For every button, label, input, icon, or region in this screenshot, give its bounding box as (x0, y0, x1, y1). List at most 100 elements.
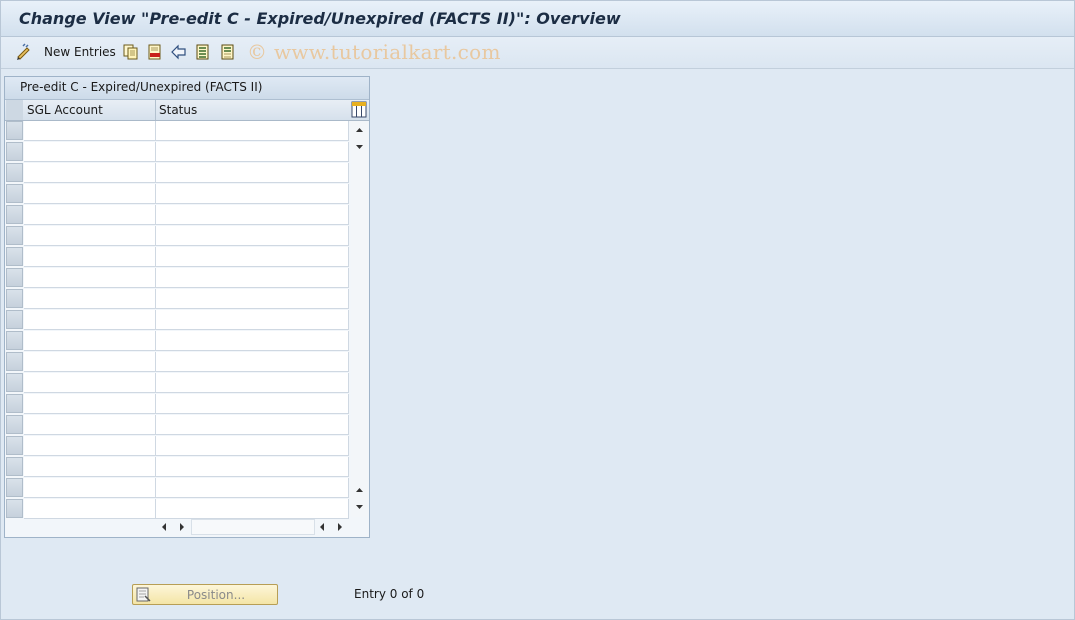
cell-status[interactable] (156, 310, 349, 330)
scroll-up-icon[interactable] (353, 123, 366, 137)
cell-status[interactable] (156, 247, 349, 267)
cell-sgl-account[interactable] (24, 436, 156, 456)
cell-sgl-account[interactable] (24, 373, 156, 393)
delete-icon[interactable] (146, 43, 164, 61)
cell-status[interactable] (156, 331, 349, 351)
cell-status[interactable] (156, 205, 349, 225)
table-row (5, 310, 351, 331)
position-button[interactable]: Position... (132, 584, 278, 605)
cell-status[interactable] (156, 373, 349, 393)
title-bar: Change View "Pre-edit C - Expired/Unexpi… (1, 1, 1074, 37)
select-all-icon[interactable] (194, 43, 212, 61)
cell-sgl-account[interactable] (24, 226, 156, 246)
cell-status[interactable] (156, 478, 349, 498)
table-row (5, 352, 351, 373)
cell-sgl-account[interactable] (24, 289, 156, 309)
cell-sgl-account[interactable] (24, 247, 156, 267)
cell-sgl-account[interactable] (24, 352, 156, 372)
cell-status[interactable] (156, 457, 349, 477)
cell-sgl-account[interactable] (24, 499, 156, 519)
table-row (5, 184, 351, 205)
row-selector[interactable] (6, 121, 23, 140)
column-settings-icon[interactable] (351, 101, 367, 118)
column-separator[interactable] (155, 100, 156, 120)
cell-status[interactable] (156, 226, 349, 246)
row-selector[interactable] (6, 457, 23, 476)
row-selector[interactable] (6, 247, 23, 266)
table-row (5, 478, 351, 499)
cell-sgl-account[interactable] (24, 478, 156, 498)
cell-sgl-account[interactable] (24, 121, 156, 141)
cell-sgl-account[interactable] (24, 310, 156, 330)
table-row (5, 499, 351, 520)
scroll-down-icon[interactable] (353, 140, 366, 154)
vertical-scrollbar[interactable] (351, 121, 368, 517)
cell-status[interactable] (156, 394, 349, 414)
row-selector[interactable] (6, 163, 23, 182)
row-selector[interactable] (6, 184, 23, 203)
row-selector[interactable] (6, 268, 23, 287)
cell-status[interactable] (156, 142, 349, 162)
column1-scroll-right-icon[interactable] (175, 520, 188, 534)
cell-status[interactable] (156, 163, 349, 183)
row-selector[interactable] (6, 394, 23, 413)
row-selector[interactable] (6, 415, 23, 434)
position-button-label: Position... (186, 588, 246, 602)
table-row (5, 415, 351, 436)
cell-sgl-account[interactable] (24, 394, 156, 414)
table-row (5, 436, 351, 457)
table-row (5, 247, 351, 268)
row-selector[interactable] (6, 478, 23, 497)
table-row (5, 205, 351, 226)
row-selector[interactable] (6, 142, 23, 161)
row-selector[interactable] (6, 310, 23, 329)
cell-sgl-account[interactable] (24, 268, 156, 288)
table-row (5, 268, 351, 289)
scroll-right-icon[interactable] (333, 520, 346, 534)
column1-scroll-left-icon[interactable] (158, 520, 171, 534)
undo-change-icon[interactable] (170, 43, 188, 61)
cell-status[interactable] (156, 415, 349, 435)
select-block-icon[interactable] (219, 43, 237, 61)
row-selector[interactable] (6, 289, 23, 308)
cell-status[interactable] (156, 436, 349, 456)
cell-status[interactable] (156, 289, 349, 309)
cell-status[interactable] (156, 268, 349, 288)
column-header-sgl-account[interactable]: SGL Account (27, 103, 103, 117)
row-selector[interactable] (6, 373, 23, 392)
cell-sgl-account[interactable] (24, 457, 156, 477)
select-all-rows-cell[interactable] (6, 100, 23, 120)
scroll-page-down-icon[interactable] (353, 500, 366, 514)
cell-sgl-account[interactable] (24, 163, 156, 183)
cell-sgl-account[interactable] (24, 331, 156, 351)
table-row (5, 373, 351, 394)
cell-status[interactable] (156, 121, 349, 141)
cell-sgl-account[interactable] (24, 142, 156, 162)
new-entries-button[interactable]: New Entries (44, 45, 116, 59)
row-selector[interactable] (6, 205, 23, 224)
column-header-status[interactable]: Status (159, 103, 197, 117)
table-header: SGL Account Status (5, 100, 369, 121)
copy-icon[interactable] (122, 43, 140, 61)
row-selector[interactable] (6, 352, 23, 371)
table-row (5, 121, 351, 142)
cell-sgl-account[interactable] (24, 205, 156, 225)
horizontal-scrollbar[interactable] (191, 519, 315, 535)
cell-status[interactable] (156, 184, 349, 204)
edit-toggle-icon[interactable] (15, 43, 33, 61)
scroll-page-up-icon[interactable] (353, 483, 366, 497)
row-selector[interactable] (6, 436, 23, 455)
cell-sgl-account[interactable] (24, 415, 156, 435)
row-selector[interactable] (6, 226, 23, 245)
scroll-left-icon[interactable] (316, 520, 329, 534)
table-control: Pre-edit C - Expired/Unexpired (FACTS II… (4, 76, 370, 538)
cell-status[interactable] (156, 499, 349, 519)
cell-status[interactable] (156, 352, 349, 372)
row-selector[interactable] (6, 499, 23, 518)
table-row (5, 289, 351, 310)
row-selector[interactable] (6, 331, 23, 350)
table-title-bar: Pre-edit C - Expired/Unexpired (FACTS II… (5, 77, 369, 100)
cell-sgl-account[interactable] (24, 184, 156, 204)
entry-count: Entry 0 of 0 (354, 587, 425, 601)
table-row (5, 331, 351, 352)
